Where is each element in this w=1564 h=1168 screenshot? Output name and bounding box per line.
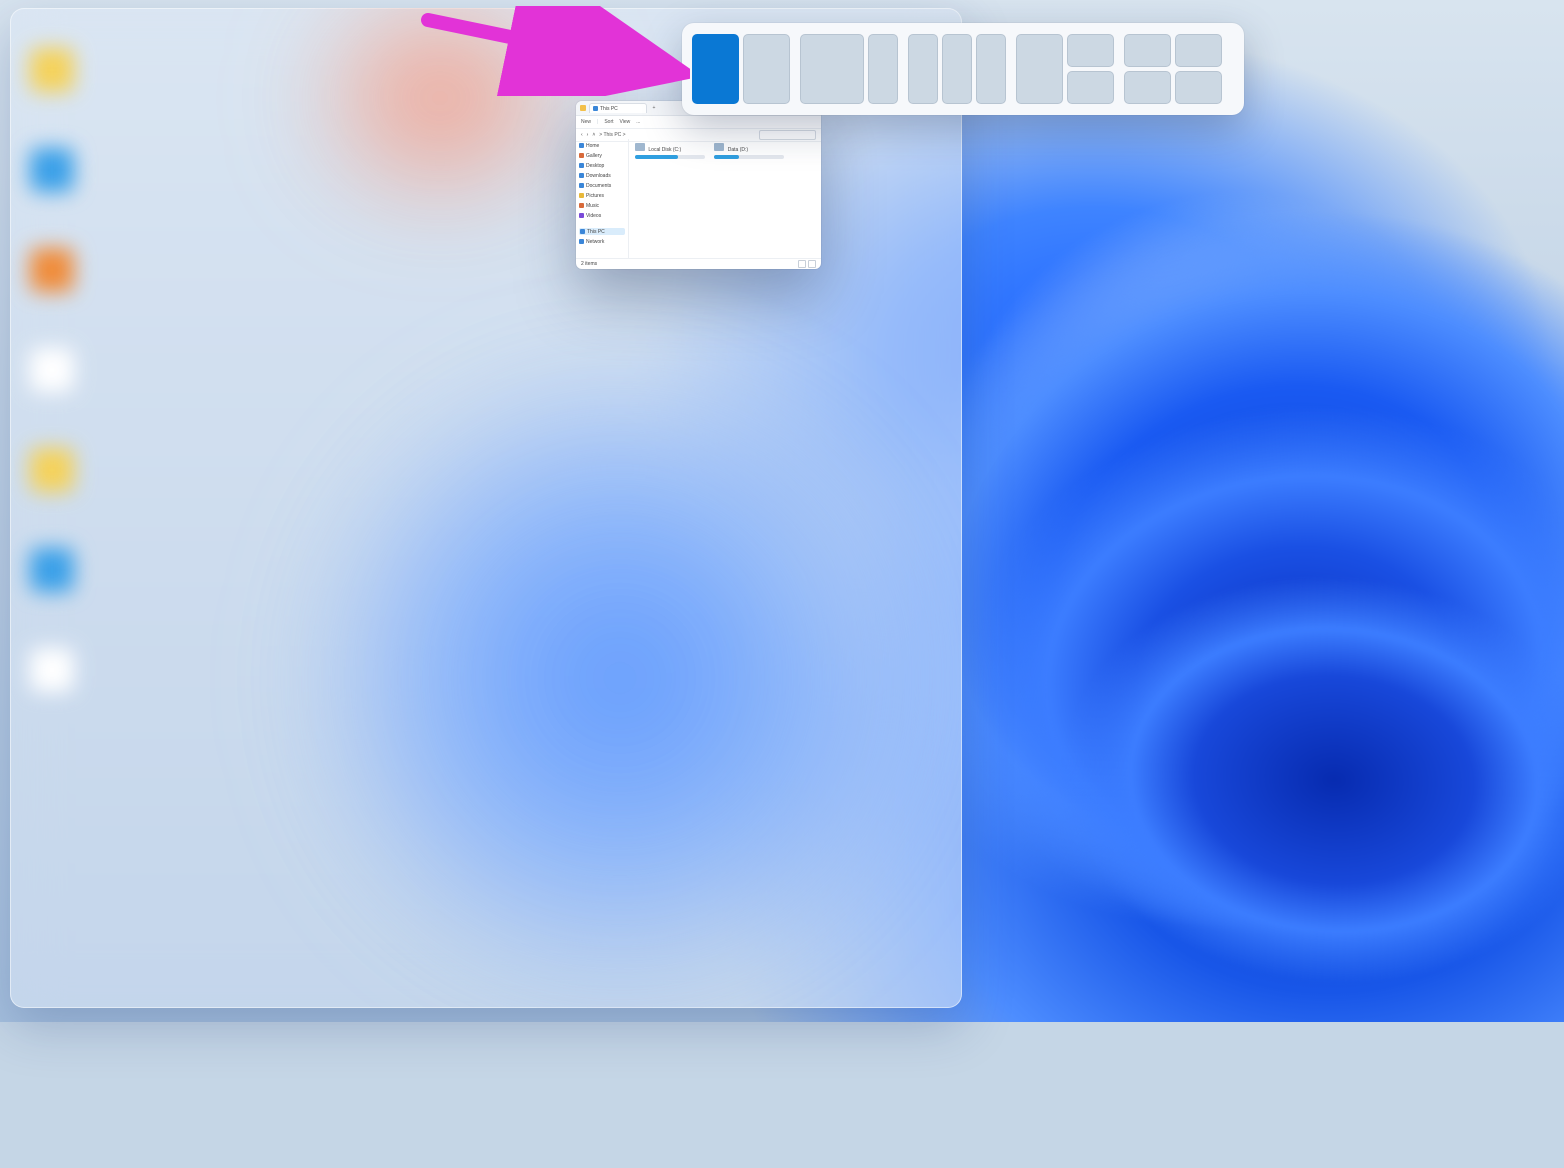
drive-icon [635, 143, 645, 151]
explorer-status-bar: 2 items [576, 258, 821, 269]
drive-icon [714, 143, 724, 151]
nav-item[interactable]: Videos [579, 212, 625, 219]
snap-zone-right-top[interactable] [1067, 34, 1114, 67]
blurred-desktop-icons [30, 48, 74, 692]
new-tab-button[interactable]: + [650, 104, 658, 112]
this-pc-icon [593, 106, 598, 111]
nav-up-icon[interactable]: ˄ [592, 132, 595, 138]
snap-layout-three-columns[interactable] [908, 34, 1006, 104]
folder-icon [580, 105, 586, 111]
snap-layout-50-50[interactable] [692, 34, 790, 104]
status-item-count: 2 items [581, 261, 597, 267]
nav-item[interactable]: Music [579, 202, 625, 209]
snap-zone-col3[interactable] [976, 34, 1006, 104]
drive-item[interactable]: Local Disk (C:) [635, 143, 705, 159]
view-large-icons-button[interactable] [808, 260, 816, 268]
nav-item[interactable]: Gallery [579, 152, 625, 159]
explorer-tab[interactable]: This PC [589, 103, 647, 113]
snap-zone-left-full[interactable] [1016, 34, 1063, 104]
dragged-window-file-explorer[interactable]: This PC + — ▢ ✕ New | Sort View ... ‹ › … [576, 101, 821, 269]
snap-layouts-flyout [682, 23, 1244, 115]
nav-fwd-icon[interactable]: › [587, 132, 589, 138]
nav-item[interactable]: Home [579, 142, 625, 149]
snap-zone-col2[interactable] [942, 34, 972, 104]
nav-item[interactable]: Pictures [579, 192, 625, 199]
snap-zone-col1[interactable] [908, 34, 938, 104]
snap-zone-br[interactable] [1175, 71, 1222, 104]
view-details-button[interactable] [798, 260, 806, 268]
explorer-content-pane: Local Disk (C:) Data (D:) [629, 139, 821, 259]
snap-zone-left[interactable] [692, 34, 739, 104]
nav-item[interactable]: Desktop [579, 162, 625, 169]
breadcrumb[interactable]: > This PC > [599, 132, 625, 138]
nav-back-icon[interactable]: ‹ [581, 132, 583, 138]
snap-zone-tl[interactable] [1124, 34, 1171, 67]
snap-zone-tr[interactable] [1175, 34, 1222, 67]
snap-layout-quad[interactable] [1124, 34, 1222, 104]
explorer-tab-title: This PC [600, 106, 618, 112]
toolbar-new[interactable]: New [581, 119, 591, 125]
drive-label: Local Disk (C:) [648, 147, 681, 153]
snap-zone-left-wide[interactable] [800, 34, 864, 104]
snap-layout-70-30[interactable] [800, 34, 898, 104]
snap-zone-bl[interactable] [1124, 71, 1171, 104]
explorer-command-bar: New | Sort View ... [576, 116, 821, 129]
toolbar-sort[interactable]: Sort [604, 119, 613, 125]
snap-zone-right[interactable] [743, 34, 790, 104]
drive-label: Data (D:) [728, 147, 748, 153]
toolbar-view[interactable]: View [620, 119, 631, 125]
snap-zone-right-narrow[interactable] [868, 34, 898, 104]
drive-item[interactable]: Data (D:) [714, 143, 784, 159]
snap-zone-right-bottom[interactable] [1067, 71, 1114, 104]
nav-item[interactable]: Documents [579, 182, 625, 189]
snap-layout-left-plus-right-stack[interactable] [1016, 34, 1114, 104]
nav-item[interactable]: Network [579, 238, 625, 245]
nav-item-this-pc[interactable]: This PC [579, 228, 625, 235]
explorer-nav-pane: Home Gallery Desktop Downloads Documents… [576, 139, 629, 259]
nav-item[interactable]: Downloads [579, 172, 625, 179]
toolbar-more[interactable]: ... [636, 119, 640, 125]
